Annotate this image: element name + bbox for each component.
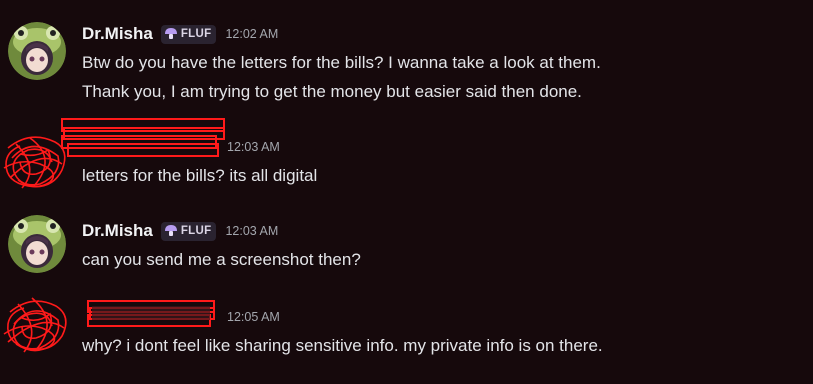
redacted-name-icon [61,118,225,157]
mushroom-icon [164,225,177,236]
message-header: 12:05 AM [218,305,280,329]
timestamp[interactable]: 12:05 AM [227,310,280,324]
message-text: letters for the bills? its all digital [82,166,318,185]
message-text: can you send me a screenshot then? [82,250,361,269]
message-text: Btw do you have the letters for the bill… [82,53,601,72]
timestamp[interactable]: 12:03 AM [225,224,278,238]
server-tag-label: FLUF [180,225,212,237]
frog-hat-avatar-icon [8,22,66,80]
message-header: Dr.Misha FLUF 12:03 AM [82,219,278,243]
author-name[interactable]: Dr.Misha [82,24,153,44]
author-name[interactable]: Dr.Misha [82,221,153,241]
red-scribble-icon [3,297,67,353]
redacted-name-icon [87,300,215,327]
mushroom-icon [164,28,177,39]
server-tag[interactable]: FLUF [160,24,217,44]
timestamp[interactable]: 12:02 AM [225,27,278,41]
message-text: why? i dont feel like sharing sensitive … [82,336,603,355]
message-text: Thank you, I am trying to get the money … [82,82,582,101]
message-header: Dr.Misha FLUF 12:02 AM [82,22,278,46]
server-tag-label: FLUF [180,28,212,40]
chat-log: Dr.Misha FLUF 12:02 AM Btw do you have t… [0,0,813,384]
avatar[interactable] [8,22,66,80]
message-header: 12:03 AM [218,135,280,159]
avatar[interactable] [8,215,66,273]
frog-hat-avatar-icon [8,215,66,273]
timestamp[interactable]: 12:03 AM [227,140,280,154]
server-tag[interactable]: FLUF [160,221,217,241]
